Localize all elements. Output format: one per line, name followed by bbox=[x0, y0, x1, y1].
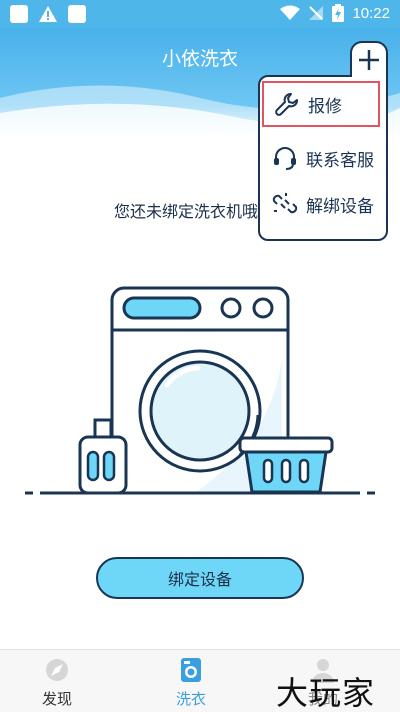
signal-icon bbox=[309, 6, 324, 20]
nav-item-wash[interactable]: 洗衣 bbox=[151, 656, 231, 709]
notification-icon bbox=[10, 5, 28, 23]
menu-item-label: 解绑设备 bbox=[306, 196, 374, 217]
menu-item-customer-service[interactable]: 联系客服 bbox=[262, 135, 380, 181]
add-button[interactable] bbox=[350, 41, 388, 77]
warning-icon bbox=[39, 6, 57, 22]
clock: 10:22 bbox=[352, 4, 390, 22]
discover-icon bbox=[46, 659, 68, 681]
bind-device-button[interactable]: 绑定设备 bbox=[96, 557, 304, 599]
nav-item-discover[interactable]: 发现 bbox=[17, 656, 97, 709]
no-device-message: 您还未绑定洗衣机哦 bbox=[114, 202, 259, 221]
menu-item-repair[interactable]: 报修 bbox=[262, 81, 380, 127]
battery-icon bbox=[332, 4, 345, 22]
menu-item-label: 联系客服 bbox=[306, 150, 374, 171]
washer-icon bbox=[181, 658, 201, 682]
wrench-icon bbox=[275, 93, 298, 116]
menu-item-unbind-device[interactable]: 解绑设备 bbox=[262, 181, 380, 227]
watermark: 大玩家 bbox=[276, 674, 376, 712]
status-bar: 10:22 bbox=[0, 0, 400, 28]
wifi-icon bbox=[280, 5, 301, 20]
dropdown-menu: 报修 联系客服 解绑设备 bbox=[258, 75, 388, 241]
nav-label: 发现 bbox=[41, 690, 72, 708]
plus-icon bbox=[359, 50, 379, 70]
notification-icons bbox=[10, 5, 86, 23]
page-title: 小依洗衣 bbox=[161, 48, 238, 70]
nav-label: 洗衣 bbox=[175, 690, 206, 708]
washing-machine-illustration bbox=[25, 286, 375, 495]
menu-item-label: 报修 bbox=[308, 96, 342, 117]
unlink-icon bbox=[272, 193, 298, 214]
headset-icon bbox=[274, 147, 296, 170]
notification-icon bbox=[68, 5, 86, 23]
